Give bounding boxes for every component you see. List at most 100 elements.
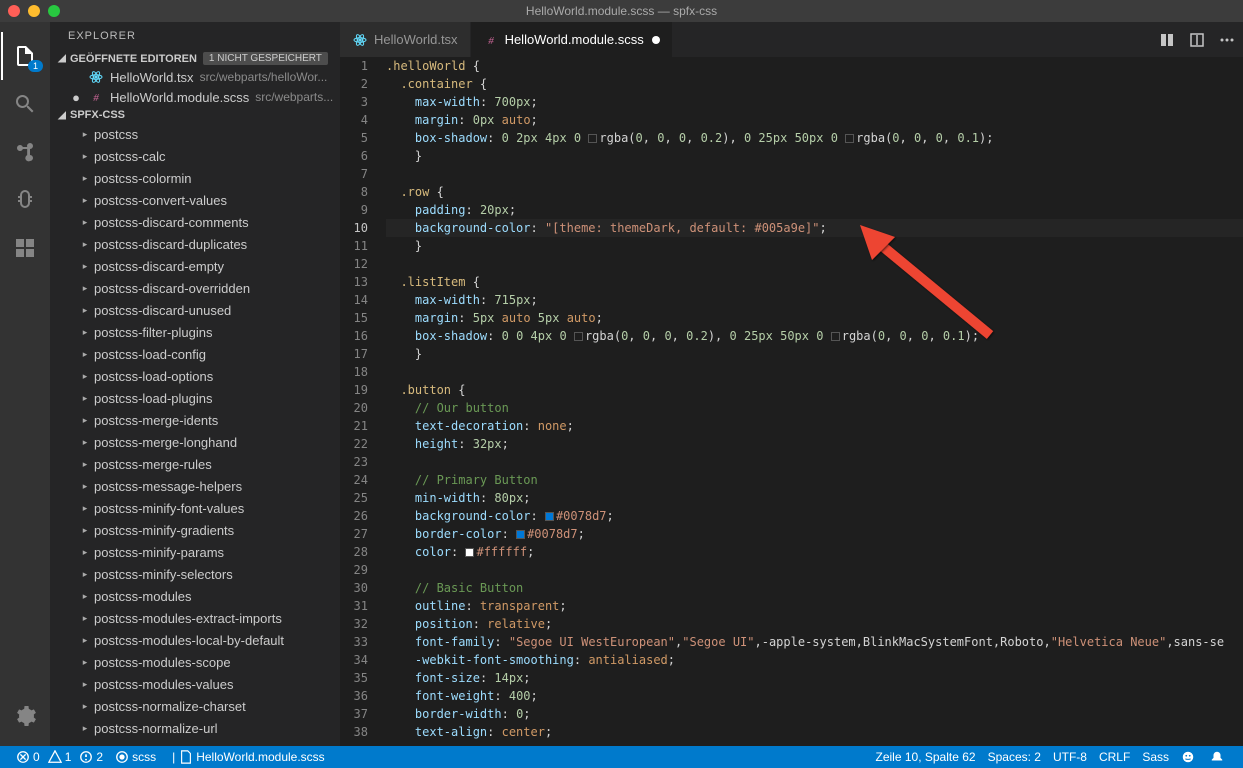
open-editor-item[interactable]: ●#HelloWorld.module.scsssrc/webparts...: [50, 87, 340, 107]
status-eol[interactable]: CRLF: [1093, 750, 1136, 764]
more-icon[interactable]: [1219, 32, 1235, 48]
window-title: HelloWorld.module.scss — spfx-css: [526, 4, 717, 18]
window-close[interactable]: [8, 5, 20, 17]
chevron-down-icon: ◢: [54, 53, 70, 64]
explorer-icon[interactable]: 1: [1, 32, 49, 80]
chevron-right-icon: ▸: [80, 283, 90, 294]
chevron-right-icon: ▸: [80, 305, 90, 316]
tab-bar: HelloWorld.tsx#HelloWorld.module.scss: [340, 22, 1243, 57]
svg-text:#: #: [488, 35, 494, 47]
code-editor[interactable]: 1234567891011121314151617181920212223242…: [340, 57, 1243, 746]
line-gutter: 1234567891011121314151617181920212223242…: [340, 57, 386, 746]
chevron-right-icon: ▸: [80, 393, 90, 404]
status-language[interactable]: Sass: [1136, 750, 1175, 764]
chevron-right-icon: ▸: [80, 261, 90, 272]
folder-item[interactable]: ▸postcss-discard-comments: [50, 211, 340, 233]
status-lang-mode[interactable]: scss: [109, 750, 162, 764]
chevron-right-icon: ▸: [80, 459, 90, 470]
debug-icon[interactable]: [1, 176, 49, 224]
folder-item[interactable]: ▸postcss-modules-extract-imports: [50, 607, 340, 629]
folder-item[interactable]: ▸postcss-load-options: [50, 365, 340, 387]
open-editor-item[interactable]: HelloWorld.tsxsrc/webparts/helloWor...: [50, 67, 340, 87]
react-file-icon: [352, 32, 368, 48]
window-minimize[interactable]: [28, 5, 40, 17]
sidebar: EXPLORER ◢ GEÖFFNETE EDITOREN 1 NICHT GE…: [50, 22, 340, 746]
folder-item[interactable]: ▸postcss-filter-plugins: [50, 321, 340, 343]
scss-file-icon: #: [483, 32, 499, 48]
status-encoding[interactable]: UTF-8: [1047, 750, 1093, 764]
folder-item[interactable]: ▸postcss-discard-unused: [50, 299, 340, 321]
folder-item[interactable]: ▸postcss-colormin: [50, 167, 340, 189]
folder-item[interactable]: ▸postcss-merge-idents: [50, 409, 340, 431]
folder-item[interactable]: ▸postcss-discard-empty: [50, 255, 340, 277]
project-section[interactable]: ◢ SPFX-CSS: [50, 107, 340, 123]
dirty-indicator: [652, 36, 660, 44]
chevron-right-icon: ▸: [80, 525, 90, 536]
file-tree[interactable]: ▸postcss▸postcss-calc▸postcss-colormin▸p…: [50, 123, 340, 746]
search-icon[interactable]: [1, 80, 49, 128]
svg-text:#: #: [93, 92, 99, 104]
extensions-icon[interactable]: [1, 224, 49, 272]
chevron-right-icon: ▸: [80, 437, 90, 448]
chevron-right-icon: ▸: [80, 129, 90, 140]
chevron-right-icon: ▸: [80, 547, 90, 558]
status-bell-icon[interactable]: [1204, 750, 1233, 764]
folder-item[interactable]: ▸postcss-modules-values: [50, 673, 340, 695]
folder-item[interactable]: ▸postcss-merge-rules: [50, 453, 340, 475]
source-control-icon[interactable]: [1, 128, 49, 176]
editor-tab[interactable]: HelloWorld.tsx: [340, 22, 471, 57]
status-spaces[interactable]: Spaces: 2: [982, 750, 1047, 764]
chevron-right-icon: ▸: [80, 679, 90, 690]
chevron-right-icon: ▸: [80, 657, 90, 668]
folder-item[interactable]: ▸postcss-discard-duplicates: [50, 233, 340, 255]
sidebar-title: EXPLORER: [50, 22, 340, 50]
split-editor-icon[interactable]: [1189, 32, 1205, 48]
status-cursor[interactable]: Zeile 10, Spalte 62: [870, 750, 982, 764]
scss-file-icon: #: [88, 89, 104, 105]
chevron-down-icon: ◢: [54, 110, 70, 121]
chevron-right-icon: ▸: [80, 723, 90, 734]
titlebar: HelloWorld.module.scss — spfx-css: [0, 0, 1243, 22]
folder-item[interactable]: ▸postcss-merge-longhand: [50, 431, 340, 453]
folder-item[interactable]: ▸postcss-calc: [50, 145, 340, 167]
folder-item[interactable]: ▸postcss-modules: [50, 585, 340, 607]
chevron-right-icon: ▸: [80, 239, 90, 250]
statusbar: 0 1 2 scss | HelloWorld.module.scss Zeil…: [0, 746, 1243, 768]
folder-item[interactable]: ▸postcss-load-plugins: [50, 387, 340, 409]
folder-item[interactable]: ▸postcss-message-helpers: [50, 475, 340, 497]
chevron-right-icon: ▸: [80, 217, 90, 228]
status-file[interactable]: | HelloWorld.module.scss: [162, 750, 331, 764]
window-maximize[interactable]: [48, 5, 60, 17]
folder-item[interactable]: ▸postcss-normalize-charset: [50, 695, 340, 717]
compare-icon[interactable]: [1159, 32, 1175, 48]
chevron-right-icon: ▸: [80, 569, 90, 580]
chevron-right-icon: ▸: [80, 635, 90, 646]
status-feedback-icon[interactable]: [1175, 750, 1204, 764]
chevron-right-icon: ▸: [80, 151, 90, 162]
folder-item[interactable]: ▸postcss-normalize-url: [50, 717, 340, 739]
folder-item[interactable]: ▸postcss: [50, 123, 340, 145]
folder-item[interactable]: ▸postcss-minify-font-values: [50, 497, 340, 519]
chevron-right-icon: ▸: [80, 349, 90, 360]
chevron-right-icon: ▸: [80, 481, 90, 492]
chevron-right-icon: ▸: [80, 701, 90, 712]
folder-item[interactable]: ▸postcss-modules-local-by-default: [50, 629, 340, 651]
settings-icon[interactable]: [1, 692, 49, 740]
folder-item[interactable]: ▸postcss-minify-gradients: [50, 519, 340, 541]
folder-item[interactable]: ▸postcss-load-config: [50, 343, 340, 365]
open-editors-section[interactable]: ◢ GEÖFFNETE EDITOREN 1 NICHT GESPEICHERT: [50, 50, 340, 67]
unsaved-badge: 1 NICHT GESPEICHERT: [203, 52, 328, 65]
react-file-icon: [88, 69, 104, 85]
chevron-right-icon: ▸: [80, 371, 90, 382]
folder-item[interactable]: ▸postcss-minify-selectors: [50, 563, 340, 585]
status-problems[interactable]: 0 1 2: [10, 750, 109, 764]
folder-item[interactable]: ▸postcss-modules-scope: [50, 651, 340, 673]
activity-bar: 1: [0, 22, 50, 746]
editor-tab[interactable]: #HelloWorld.module.scss: [471, 22, 673, 57]
folder-item[interactable]: ▸postcss-minify-params: [50, 541, 340, 563]
code-content[interactable]: .helloWorld { .container { max-width: 70…: [386, 57, 1243, 746]
folder-item[interactable]: ▸postcss-convert-values: [50, 189, 340, 211]
chevron-right-icon: ▸: [80, 173, 90, 184]
folder-item[interactable]: ▸postcss-discard-overridden: [50, 277, 340, 299]
chevron-right-icon: ▸: [80, 195, 90, 206]
